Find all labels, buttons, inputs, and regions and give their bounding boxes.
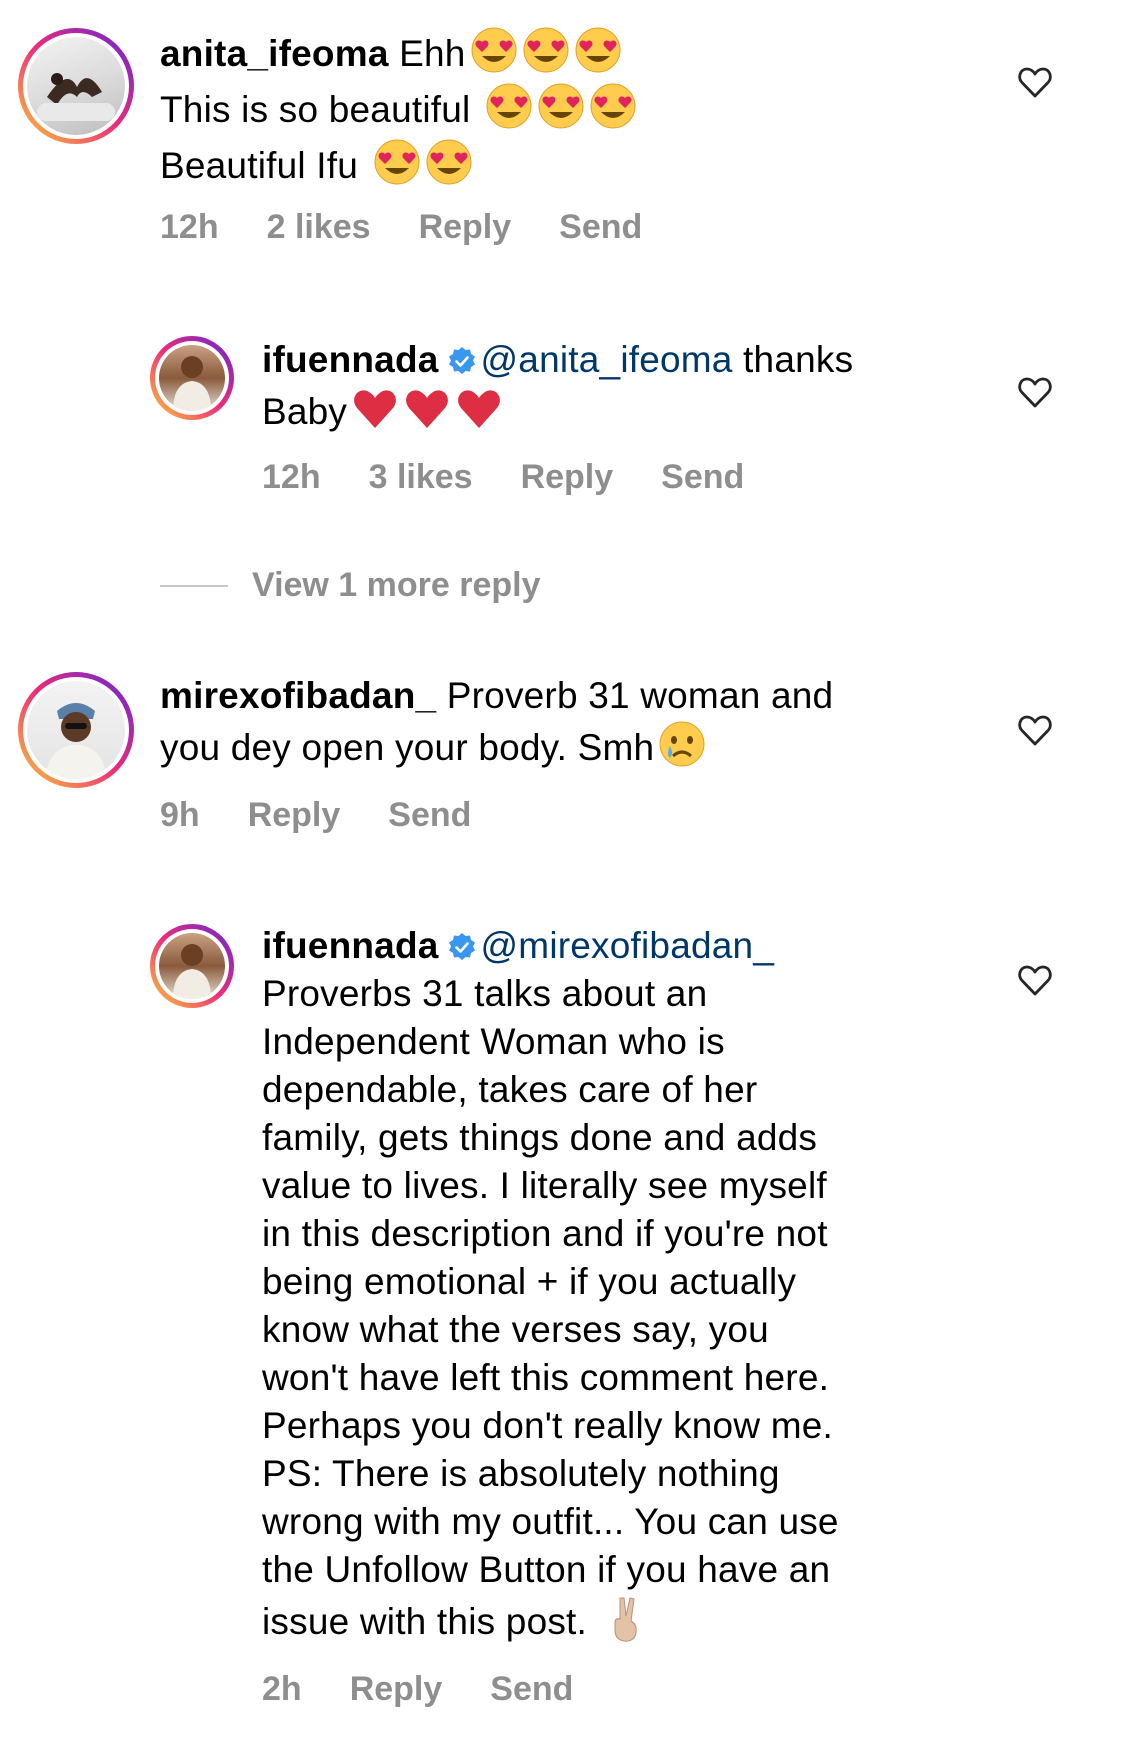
view-more-replies[interactable]: View 1 more reply	[160, 566, 541, 605]
likes-count[interactable]: 2 likes	[267, 208, 371, 247]
comment-text: anita_ifeoma Ehh This is so beautiful Be…	[160, 26, 1020, 190]
reply-button[interactable]: Reply	[248, 796, 341, 835]
comment-meta: 12h 3 likes Reply Send	[262, 458, 744, 497]
avatar[interactable]	[18, 672, 134, 788]
reply-button[interactable]: Reply	[350, 1670, 443, 1709]
reply-button[interactable]: Reply	[521, 458, 614, 497]
send-button[interactable]: Send	[490, 1670, 573, 1709]
comment-text: ifuennada @anita_ifeoma thanks Baby	[262, 339, 854, 432]
comment-text: mirexofibadan_ Proverb 31 woman and you …	[160, 675, 834, 768]
heart-eyes-emoji	[574, 26, 622, 74]
username[interactable]: ifuennada	[262, 339, 439, 380]
avatar[interactable]	[150, 924, 234, 1008]
avatar-photo	[173, 356, 211, 411]
heart-outline-icon[interactable]	[1017, 374, 1053, 410]
heart-outline-icon[interactable]	[1017, 64, 1053, 100]
timestamp: 12h	[160, 208, 219, 246]
timestamp: 9h	[160, 796, 200, 834]
verified-badge-icon	[447, 932, 477, 962]
heart-outline-icon[interactable]	[1017, 712, 1053, 748]
username[interactable]: ifuennada	[262, 925, 439, 966]
timestamp: 12h	[262, 458, 321, 496]
heart-eyes-emoji	[373, 138, 421, 186]
comment-text: ifuennada @mirexofibadan_ Proverbs 31 tal…	[262, 925, 839, 1642]
avatar[interactable]	[18, 28, 134, 144]
username[interactable]: mirexofibadan_	[160, 675, 436, 716]
likes-count[interactable]: 3 likes	[369, 458, 473, 497]
red-heart-emoji	[403, 384, 451, 432]
heart-eyes-emoji	[522, 26, 570, 74]
username[interactable]: anita_ifeoma	[160, 33, 389, 74]
comment-meta: 9h Reply Send	[160, 796, 471, 835]
avatar-photo	[37, 73, 115, 121]
reply-button[interactable]: Reply	[419, 208, 512, 247]
heart-eyes-emoji	[537, 82, 585, 130]
avatar-photo	[45, 703, 107, 779]
mention-link[interactable]: @mirexofibadan_	[481, 925, 775, 966]
comment-meta: 2h Reply Send	[262, 1670, 573, 1709]
victory-hand-emoji	[602, 1594, 650, 1642]
red-heart-emoji	[455, 384, 503, 432]
mention-link[interactable]: @anita_ifeoma	[481, 339, 733, 380]
heart-outline-icon[interactable]	[1017, 962, 1053, 998]
red-heart-emoji	[351, 384, 399, 432]
send-button[interactable]: Send	[661, 458, 744, 497]
heart-eyes-emoji	[485, 82, 533, 130]
comment-meta: 12h 2 likes Reply Send	[160, 208, 642, 247]
avatar[interactable]	[150, 336, 234, 420]
verified-badge-icon	[447, 346, 477, 376]
timestamp: 2h	[262, 1670, 302, 1708]
heart-eyes-emoji	[470, 26, 518, 74]
send-button[interactable]: Send	[559, 208, 642, 247]
crying-face-emoji	[658, 720, 706, 768]
divider-line	[160, 584, 228, 587]
heart-eyes-emoji	[589, 82, 637, 130]
heart-eyes-emoji	[425, 138, 473, 186]
avatar-photo	[173, 944, 211, 999]
send-button[interactable]: Send	[388, 796, 471, 835]
